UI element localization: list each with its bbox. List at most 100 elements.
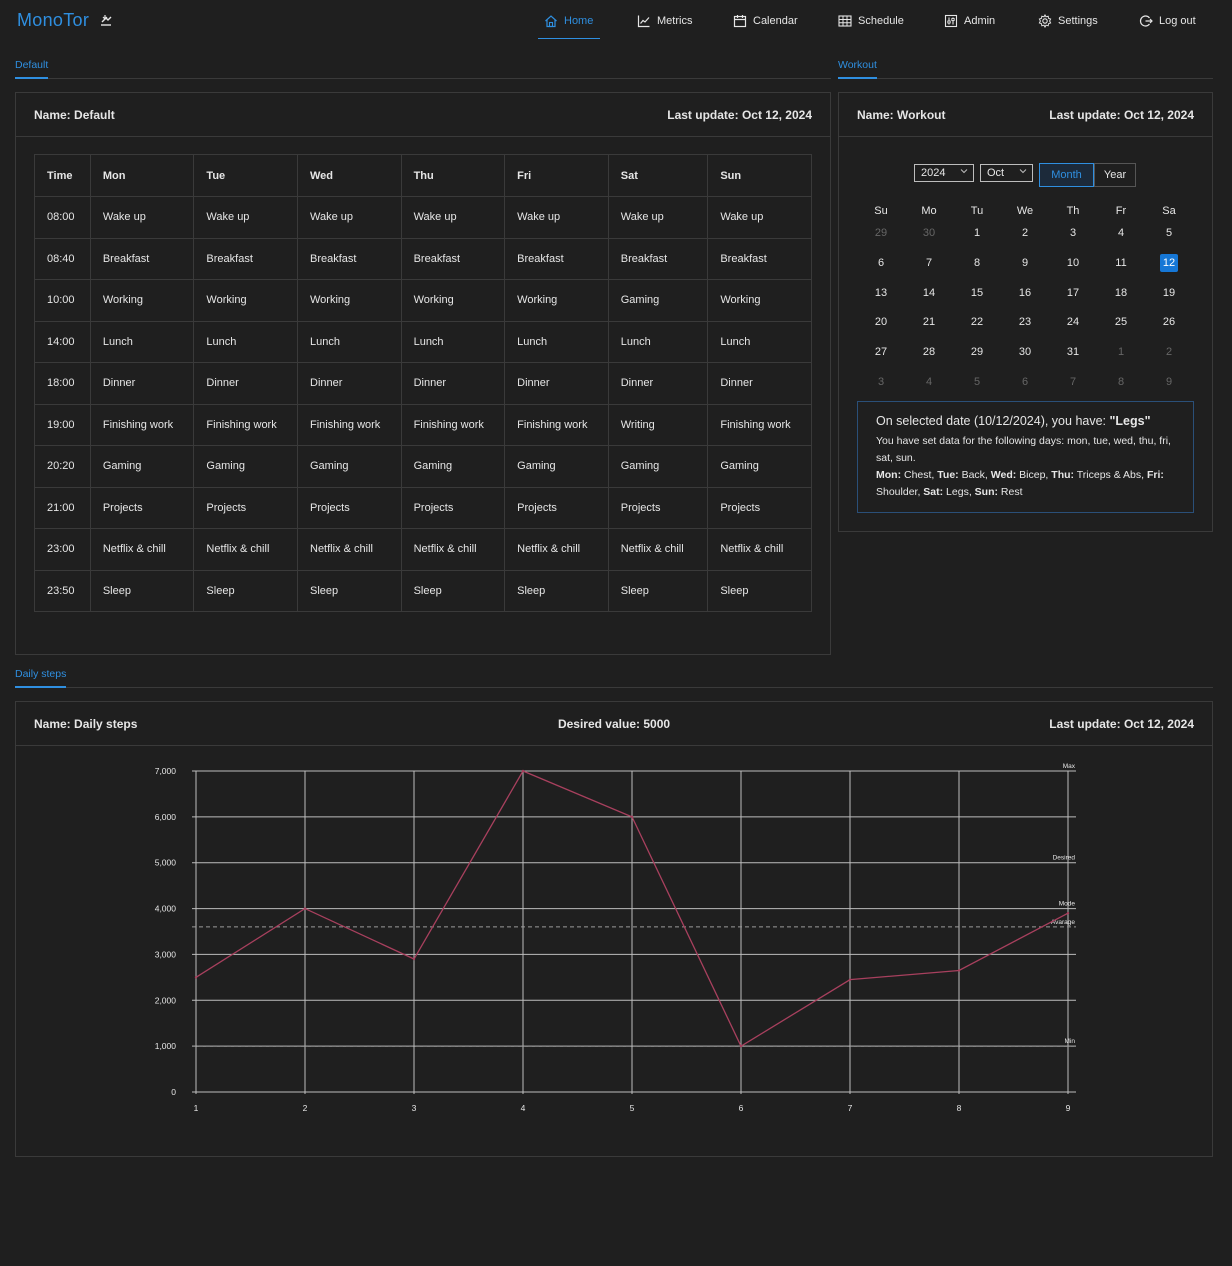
y-tick-label: 4,000 [155, 904, 177, 914]
nav-settings[interactable]: Settings [1038, 12, 1098, 30]
weekday-header: Tu [970, 205, 984, 217]
table-row: 23:00 Netflix & chill Netflix & chill Netfl… [34, 528, 812, 571]
month-select[interactable]: Oct [980, 164, 1033, 182]
activity-cell: Gaming [297, 445, 402, 488]
nav-admin[interactable]: Admin [944, 12, 995, 30]
calendar-day[interactable]: 6 [857, 253, 905, 273]
year-mode-button[interactable]: Year [1094, 163, 1136, 187]
calendar-day[interactable]: 2 [1001, 223, 1049, 243]
nav-logout[interactable]: Log out [1139, 12, 1196, 30]
daily-steps-chart: 0 1,000 2,000 3,000 4,000 5,000 6,000 7,000 1 2 3 4… [155, 763, 1076, 1113]
activity-cell: Working [504, 279, 609, 322]
x-tick-label: 2 [303, 1103, 308, 1113]
nav-calendar-label: Calendar [753, 15, 798, 27]
time-cell: 08:00 [34, 196, 91, 239]
calendar-day[interactable]: 30 [905, 223, 953, 243]
year-select[interactable]: 2024 [914, 164, 974, 182]
calendar-day[interactable]: 26 [1145, 312, 1193, 332]
nav-home[interactable]: Home [544, 12, 593, 30]
calendar-day[interactable]: 4 [1097, 223, 1145, 243]
plan-day-label: Wed: [990, 469, 1017, 481]
calendar-day[interactable]: 30 [1001, 342, 1049, 362]
calendar-day[interactable]: 9 [1145, 372, 1193, 392]
calendar-day[interactable]: 17 [1049, 283, 1097, 303]
calendar-day[interactable]: 20 [857, 312, 905, 332]
weekday-header: Sa [1162, 205, 1176, 217]
calendar-day[interactable]: 24 [1049, 312, 1097, 332]
column-header-time: Time [34, 154, 91, 197]
calendar-day[interactable]: 18 [1097, 283, 1145, 303]
nav-schedule[interactable]: Schedule [838, 12, 904, 30]
y-tick-label: 0 [171, 1087, 176, 1097]
tab-default[interactable]: Default [15, 59, 49, 79]
calendar-day[interactable]: 4 [905, 372, 953, 392]
activity-cell: Lunch [400, 320, 506, 363]
calendar-day[interactable]: 5 [953, 372, 1001, 392]
calendar-day[interactable]: 8 [1097, 372, 1145, 392]
nav-schedule-label: Schedule [858, 15, 904, 27]
calendar-day[interactable]: 15 [953, 283, 1001, 303]
y-tick-label: 6,000 [155, 812, 177, 822]
calendar-day[interactable]: 1 [1097, 342, 1145, 362]
activity-cell: Sleep [297, 569, 402, 612]
calendar-day[interactable]: 16 [1001, 283, 1049, 303]
calendar-day[interactable]: 23 [1001, 312, 1049, 332]
calendar-day[interactable]: 3 [857, 372, 905, 392]
calendar-day[interactable]: 6 [1001, 372, 1049, 392]
calendar-day[interactable]: 22 [953, 312, 1001, 332]
nav-calendar[interactable]: Calendar [733, 12, 798, 30]
activity-cell: Netflix & chill [193, 528, 298, 571]
x-tick-label: 1 [194, 1103, 199, 1113]
x-tick-label: 8 [957, 1103, 962, 1113]
calendar-day[interactable]: 14 [905, 283, 953, 303]
month-mode-button[interactable]: Month [1039, 163, 1094, 187]
calendar-day[interactable]: 10 [1049, 253, 1097, 273]
time-cell: 18:00 [34, 362, 91, 405]
calendar-day[interactable]: 13 [857, 283, 905, 303]
activity-cell: Lunch [707, 320, 812, 363]
brand-logo[interactable]: MonoTor [17, 10, 89, 31]
nav-home-label: Home [564, 15, 594, 27]
calendar-day[interactable]: 3 [1049, 223, 1097, 243]
home-icon [545, 15, 557, 28]
tab-daily-steps[interactable]: Daily steps [15, 668, 67, 688]
calendar-day[interactable]: 8 [953, 253, 1001, 273]
activity-cell: Wake up [504, 196, 609, 239]
activity-cell: Sleep [707, 569, 812, 612]
calendar-day[interactable]: 7 [1049, 372, 1097, 392]
plan-day-label: Sat: [923, 486, 944, 498]
chevron-down-icon [1019, 169, 1027, 174]
calendar-day[interactable]: 7 [905, 253, 953, 273]
activity-cell: Wake up [400, 196, 506, 239]
calendar-day[interactable]: 28 [905, 342, 953, 362]
theme-toggle-icon[interactable] [99, 13, 113, 27]
calendar-day[interactable]: 29 [857, 223, 905, 243]
calendar-day[interactable]: 9 [1001, 253, 1049, 273]
activity-cell: Gaming [607, 445, 709, 488]
column-header-sat: Sat [607, 154, 709, 197]
activity-cell: Breakfast [400, 237, 506, 280]
calendar-day[interactable]: 2 [1145, 342, 1193, 362]
chart-icon [637, 15, 650, 28]
steps-data-point [412, 957, 416, 961]
calendar-day[interactable]: 29 [953, 342, 1001, 362]
default-name: Name: Default [34, 108, 115, 122]
activity-cell: Gaming [193, 445, 298, 488]
calendar-day[interactable]: 5 [1145, 223, 1193, 243]
calendar-day[interactable]: 19 [1145, 283, 1193, 303]
activity-cell: Projects [193, 486, 298, 529]
tab-workout[interactable]: Workout [838, 59, 877, 79]
calendar-day[interactable]: 11 [1097, 253, 1145, 273]
calendar-day[interactable]: 25 [1097, 312, 1145, 332]
calendar-day[interactable]: 1 [953, 223, 1001, 243]
calendar-day[interactable]: 27 [857, 342, 905, 362]
activity-cell: Projects [400, 486, 506, 529]
plan-day-value: Legs, [943, 486, 975, 498]
calendar-day[interactable]: 21 [905, 312, 953, 332]
table-row: 08:40 Breakfast Breakfast Breakfast Breakfas… [34, 237, 812, 280]
calendar-day-selected[interactable]: 12 [1145, 253, 1193, 273]
time-cell: 20:20 [34, 445, 91, 488]
steps-data-point [957, 969, 961, 972]
calendar-day[interactable]: 31 [1049, 342, 1097, 362]
nav-metrics[interactable]: Metrics [637, 12, 692, 30]
